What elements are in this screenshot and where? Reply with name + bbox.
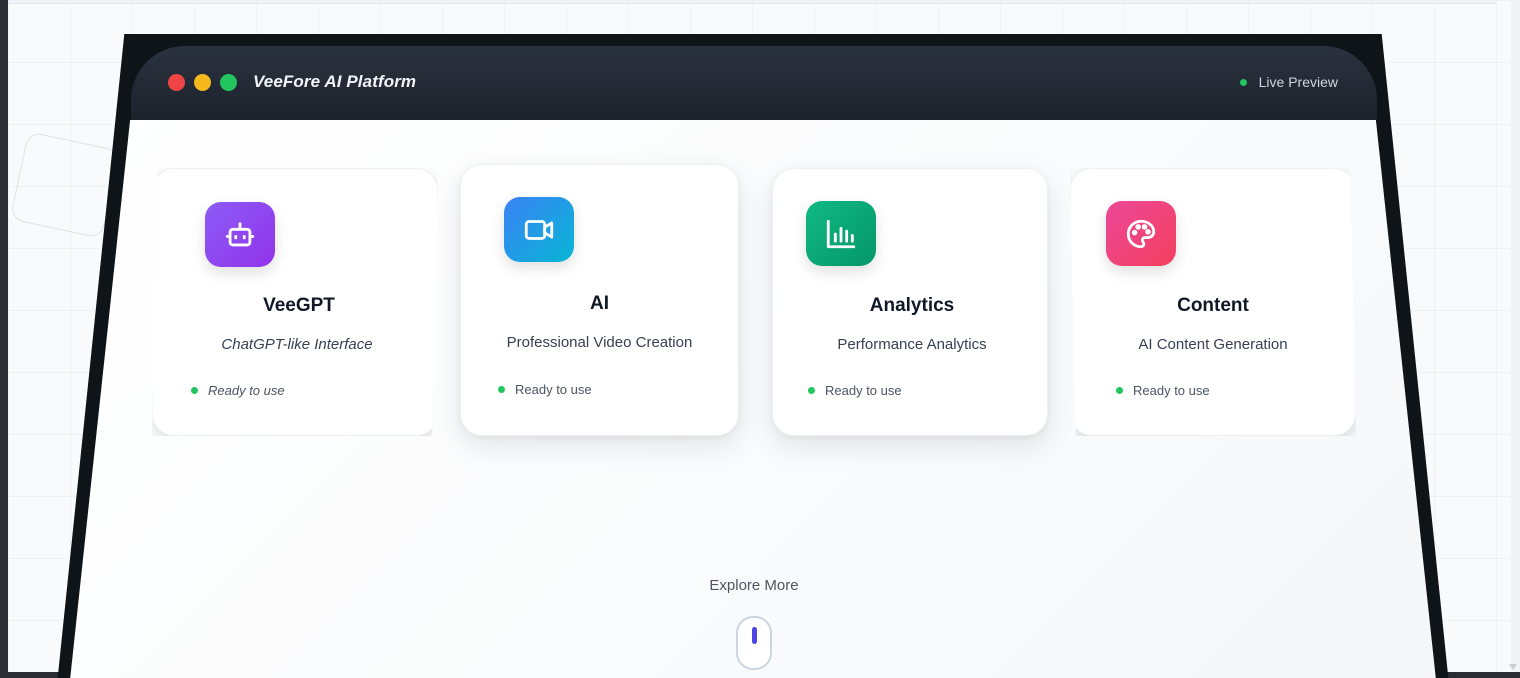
- close-dot[interactable]: [168, 74, 185, 91]
- card-status: Ready to use: [1116, 383, 1210, 398]
- card-title: Content: [1177, 295, 1249, 316]
- card-subtitle: Professional Video Creation: [506, 334, 693, 351]
- feature-card-analytics[interactable]: Analytics Performance Analytics Ready to…: [772, 168, 1048, 436]
- card-subtitle: Performance Analytics: [837, 336, 987, 353]
- scrollbar[interactable]: [1511, 0, 1520, 672]
- card-status: Ready to use: [498, 382, 592, 397]
- top-strip: [8, 0, 1497, 4]
- minimize-dot[interactable]: [194, 74, 211, 91]
- card-subtitle: ChatGPT-like Interface: [221, 336, 373, 353]
- resize-arrow-icon[interactable]: [1509, 664, 1517, 670]
- live-preview-label: Live Preview: [1258, 74, 1338, 90]
- status-dot: [808, 387, 815, 394]
- card-status-label: Ready to use: [1133, 383, 1210, 398]
- video-camera-icon: [504, 197, 574, 262]
- palette-icon: [1106, 201, 1176, 266]
- feature-card-ai[interactable]: AI Professional Video Creation Ready to …: [460, 164, 739, 436]
- card-subtitle: AI Content Generation: [1138, 336, 1288, 353]
- scroll-down-indicator[interactable]: [736, 616, 772, 670]
- card-status: Ready to use: [191, 383, 285, 398]
- status-dot: [498, 386, 505, 393]
- robot-icon: [205, 202, 275, 267]
- decorative-shape: [9, 131, 121, 239]
- feature-card-content[interactable]: Content AI Content Generation Ready to u…: [1070, 168, 1356, 436]
- card-status: Ready to use: [808, 383, 902, 398]
- card-title: Analytics: [869, 295, 955, 316]
- card-status-label: Ready to use: [825, 383, 902, 398]
- card-status-label: Ready to use: [208, 383, 285, 398]
- window-controls: [168, 74, 237, 91]
- card-title: VeeGPT: [263, 295, 335, 316]
- status-dot: [191, 387, 198, 394]
- status-dot: [1116, 387, 1123, 394]
- maximize-dot[interactable]: [220, 74, 237, 91]
- card-title: AI: [590, 293, 609, 314]
- live-status-dot: [1239, 78, 1247, 86]
- feature-card-veegpt[interactable]: VeeGPT ChatGPT-like Interface Ready to u…: [152, 168, 438, 436]
- mouse-wheel-icon: [752, 627, 757, 644]
- bar-chart-icon: [806, 201, 876, 266]
- window-title: VeeFore AI Platform: [253, 72, 417, 91]
- live-preview-indicator: Live Preview: [1239, 74, 1338, 90]
- explore-more-label[interactable]: Explore More: [0, 577, 1508, 594]
- card-status-label: Ready to use: [515, 382, 592, 397]
